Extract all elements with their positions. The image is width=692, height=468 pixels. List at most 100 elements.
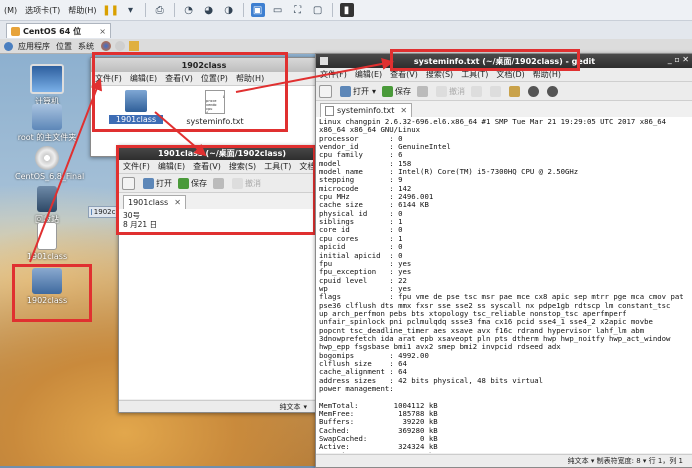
panel-menu-system[interactable]: 系统: [75, 41, 97, 52]
cut-button[interactable]: [471, 85, 484, 97]
chevron-down-icon: ▾: [303, 402, 307, 411]
save-button[interactable]: 保存: [382, 85, 412, 97]
window-titlebar[interactable]: systeminfo.txt (~/桌面/1902class) - gedit …: [316, 54, 692, 68]
toolbar-separator: [144, 3, 146, 17]
text-file-icon: Linux proce vendo cpu f: [205, 90, 225, 114]
print-icon: [417, 85, 429, 97]
menu-file[interactable]: 文件(F): [91, 73, 126, 84]
panel-menu-places[interactable]: 位置: [53, 41, 75, 52]
console-view-icon[interactable]: ▭: [271, 3, 285, 17]
desktop-icon-1901class[interactable]: 1901class: [15, 222, 79, 261]
gedit-main-window: systeminfo.txt (~/桌面/1902class) - gedit …: [315, 53, 692, 468]
browser-icon[interactable]: [101, 41, 111, 51]
menu-tools[interactable]: 工具(T): [457, 69, 492, 80]
file-item[interactable]: Linux proce vendo cpu f systeminfo.txt: [183, 90, 247, 126]
menu-help[interactable]: 帮助(H): [232, 73, 268, 84]
desktop-icon-home[interactable]: root 的主文件夹: [15, 104, 79, 143]
text-editor[interactable]: 30号 8 月21 日: [119, 209, 325, 399]
desktop-icon-trash[interactable]: 回收站: [15, 186, 79, 225]
print-button[interactable]: [417, 85, 430, 97]
menu-search[interactable]: 搜索(S): [225, 161, 260, 172]
undo-label: 撤消: [245, 178, 261, 188]
tab-label: 1901class: [128, 198, 169, 207]
close-icon[interactable]: ×: [99, 27, 106, 36]
fullscreen-icon[interactable]: ⛶: [291, 3, 305, 17]
tab-label: systeminfo.txt: [337, 106, 395, 115]
window-titlebar[interactable]: 1901class (~/桌面/1902class): [119, 146, 325, 160]
menu-view[interactable]: 查看(V): [161, 73, 197, 84]
desktop-icon-dvd[interactable]: CentOS_6.8_Final: [15, 146, 84, 181]
panel-menu-applications[interactable]: 应用程序: [15, 41, 53, 52]
file-thumbnail-text: Linux proce vendo cpu f: [206, 95, 225, 114]
menu-search[interactable]: 搜索(S): [422, 69, 457, 80]
menu-edit[interactable]: 编辑(E): [154, 161, 189, 172]
menu-documents[interactable]: 文档(D): [492, 69, 528, 80]
window-title: 1902class: [181, 60, 227, 70]
vm-icon: [11, 26, 20, 36]
document-tab[interactable]: 1901class ✕: [123, 195, 186, 209]
desktop-icon-computer[interactable]: 计算机: [15, 64, 79, 107]
menu-file[interactable]: 文件(F): [316, 69, 351, 80]
new-button[interactable]: [122, 176, 137, 190]
restore-snapshot-icon[interactable]: ◕: [202, 3, 216, 17]
window-titlebar[interactable]: 1902class: [91, 58, 317, 72]
menu-edit[interactable]: 编辑(E): [126, 73, 161, 84]
library-view-icon[interactable]: ▣: [250, 3, 265, 17]
menu-places[interactable]: 位置(P): [197, 73, 232, 84]
help-icon[interactable]: [115, 41, 125, 51]
find-button[interactable]: [528, 85, 541, 97]
cut-icon: [471, 85, 483, 97]
text-editor[interactable]: Linux changpin 2.6.32-696.el6.x86_64 #1 …: [316, 117, 692, 453]
open-label: 打开: [156, 178, 172, 188]
open-button[interactable]: 打开 ▾: [340, 85, 377, 97]
gedit-menubar: 文件(F) 编辑(E) 查看(V) 搜索(S) 工具(T) 文档(D) 帮助(H…: [316, 68, 692, 82]
edit-icon[interactable]: [129, 41, 139, 51]
undo-button[interactable]: 撤消: [436, 85, 466, 97]
host-menu-item[interactable]: (M): [0, 6, 21, 15]
find-icon: [528, 85, 540, 97]
print-button[interactable]: [213, 177, 226, 189]
document-tab[interactable]: systeminfo.txt ✕: [320, 103, 413, 117]
file-name: 1901class: [109, 115, 163, 124]
close-icon[interactable]: ✕: [174, 198, 181, 207]
snapshot-icon[interactable]: ◔: [182, 3, 196, 17]
file-item[interactable]: 1901class: [109, 90, 163, 124]
chevron-down-icon[interactable]: ▾: [124, 3, 138, 17]
host-menu-item[interactable]: 选项卡(T): [21, 5, 64, 16]
replace-button[interactable]: [547, 85, 560, 97]
menu-edit[interactable]: 编辑(E): [351, 69, 386, 80]
paste-button[interactable]: [509, 85, 522, 97]
unity-icon[interactable]: ▢: [311, 3, 325, 17]
open-button[interactable]: 打开: [143, 177, 172, 189]
save-icon: [178, 177, 189, 189]
host-menu-item[interactable]: 帮助(H): [64, 5, 100, 16]
copy-button[interactable]: [490, 85, 503, 97]
gedit-toolbar: 打开 保存 撤消: [119, 174, 325, 193]
menu-help[interactable]: 帮助(H): [529, 69, 565, 80]
undo-button[interactable]: 撤消: [232, 177, 261, 189]
menu-file[interactable]: 文件(F): [119, 161, 154, 172]
close-icon[interactable]: ✕: [400, 106, 407, 115]
desktop-icon-1902class[interactable]: 1902class: [15, 268, 79, 305]
undo-label: 撤消: [449, 86, 466, 96]
open-icon: [340, 85, 351, 97]
menu-tools[interactable]: 工具(T): [260, 161, 295, 172]
pause-icon[interactable]: ❚❚: [102, 3, 119, 17]
menu-view[interactable]: 查看(V): [189, 161, 225, 172]
menu-view[interactable]: 查看(V): [386, 69, 422, 80]
document-icon: [125, 90, 147, 112]
chevron-down-icon: ▾: [372, 86, 377, 96]
manage-snapshot-icon[interactable]: ◑: [222, 3, 236, 17]
vm-tab[interactable]: CentOS 64 位 ×: [6, 23, 111, 38]
gedit-toolbar: 打开 ▾ 保存 撤消: [316, 82, 692, 101]
terminal-icon[interactable]: ▮: [339, 3, 354, 17]
send-keys-icon[interactable]: ⎙: [153, 3, 167, 17]
text-line: 30号: [123, 211, 141, 220]
status-text[interactable]: 纯文本 ▾ 制表符宽度: 8 ▾ 行 1，列 1: [568, 456, 683, 466]
window-controls[interactable]: _ ▫ ✕: [668, 55, 689, 64]
language-selector[interactable]: 纯文本: [279, 402, 300, 412]
save-label: 保存: [395, 86, 412, 96]
new-button[interactable]: [319, 84, 334, 98]
save-button[interactable]: 保存: [178, 177, 207, 189]
file-manager-window: 1902class 文件(F) 编辑(E) 查看(V) 位置(P) 帮助(H) …: [90, 57, 318, 157]
